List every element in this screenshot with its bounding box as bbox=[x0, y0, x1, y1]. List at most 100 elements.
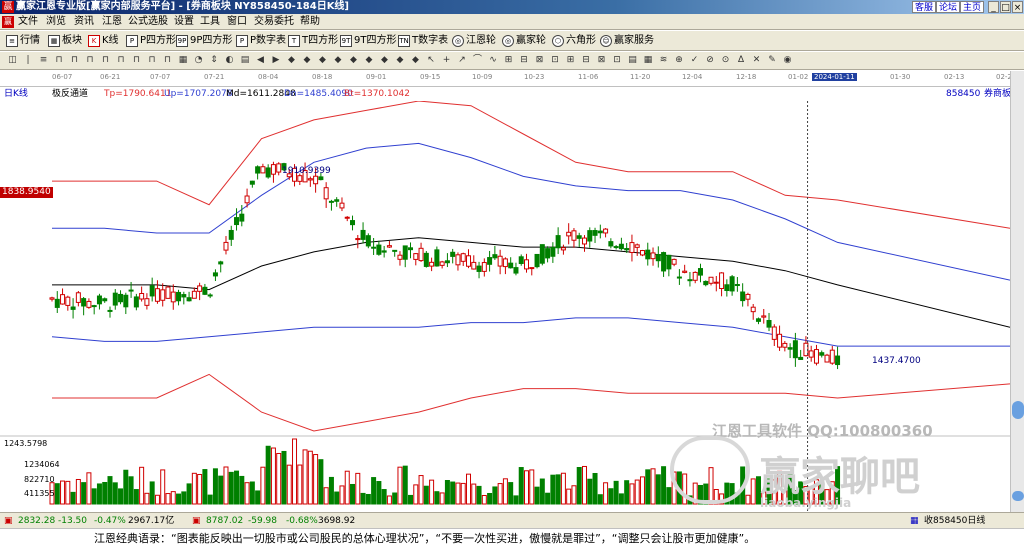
draw-tool-icon[interactable]: ◆ bbox=[347, 54, 360, 67]
toolbar-gann-wheel-button[interactable]: ◎ 江恩轮 bbox=[452, 33, 496, 49]
candle-body bbox=[682, 270, 688, 273]
toolbar-9p-square-button[interactable]: 9P 9P四方形 bbox=[176, 33, 232, 49]
draw-tool-icon[interactable]: ⊠ bbox=[533, 54, 546, 67]
draw-tool-icon[interactable]: ↗ bbox=[456, 54, 469, 67]
toolbar-kline-button[interactable]: K K线 bbox=[88, 33, 119, 49]
draw-tool-icon[interactable]: ≡ bbox=[37, 54, 50, 67]
draw-tool-icon[interactable]: ✎ bbox=[766, 54, 779, 67]
scroll-handle[interactable] bbox=[1012, 491, 1024, 501]
volume-bar bbox=[444, 480, 450, 505]
candle-body bbox=[75, 292, 81, 303]
draw-tool-icon[interactable]: ⇕ bbox=[208, 54, 221, 67]
draw-tool-icon[interactable]: ⌒ bbox=[471, 54, 484, 67]
toolbar-winner-wheel-button[interactable]: ◎ 赢家轮 bbox=[502, 33, 546, 49]
status-bar: ▣ 2832.28 -13.50 -0.47% 2967.17亿 ▣ 8787.… bbox=[0, 512, 1024, 528]
draw-tool-icon[interactable]: ▦ bbox=[177, 54, 190, 67]
link-service[interactable]: 客服 bbox=[912, 1, 937, 13]
volume-bar bbox=[497, 483, 503, 505]
minimize-button[interactable]: _ bbox=[988, 1, 999, 13]
candle-body bbox=[713, 281, 719, 284]
draw-tool-icon[interactable]: ◆ bbox=[285, 54, 298, 67]
close-button[interactable]: × bbox=[1012, 1, 1023, 13]
toolbar-9t-square-button[interactable]: 9T 9T四方形 bbox=[340, 33, 396, 49]
toolbar-label: 赢家轮 bbox=[516, 35, 546, 46]
volume-bar bbox=[181, 491, 187, 505]
toolbar-p-square-button[interactable]: P P四方形 bbox=[126, 33, 176, 49]
draw-tool-icon[interactable]: ∿ bbox=[487, 54, 500, 67]
draw-tool-icon[interactable]: ⊞ bbox=[564, 54, 577, 67]
menu-formula[interactable]: 公式选股 bbox=[126, 14, 170, 30]
menu-browse[interactable]: 浏览 bbox=[44, 14, 68, 30]
draw-tool-icon[interactable]: ⊙ bbox=[719, 54, 732, 67]
maximize-button[interactable]: □ bbox=[1000, 1, 1011, 13]
candle-body bbox=[154, 288, 160, 302]
menu-help[interactable]: 帮助 bbox=[298, 14, 322, 30]
draw-tool-icon[interactable]: ⊘ bbox=[704, 54, 717, 67]
candle-body bbox=[197, 285, 203, 292]
draw-tool-icon[interactable]: ▤ bbox=[239, 54, 252, 67]
draw-tool-icon[interactable]: ↖ bbox=[425, 54, 438, 67]
toolbar-t-square-button[interactable]: T T四方形 bbox=[288, 33, 338, 49]
volume-bar bbox=[197, 473, 203, 505]
toolbar-sector-button[interactable]: ▦ 板块 bbox=[48, 33, 82, 49]
draw-tool-icon[interactable]: ◆ bbox=[409, 54, 422, 67]
draw-tool-icon[interactable]: ◆ bbox=[363, 54, 376, 67]
volume-bar bbox=[666, 487, 672, 505]
draw-tool-icon[interactable]: ▶ bbox=[270, 54, 283, 67]
candle-body bbox=[60, 294, 66, 305]
draw-tool-icon[interactable]: ◆ bbox=[301, 54, 314, 67]
draw-tool-icon[interactable]: ⊓ bbox=[146, 54, 159, 67]
draw-tool-icon[interactable]: ⊟ bbox=[580, 54, 593, 67]
draw-tool-icon[interactable]: ◆ bbox=[378, 54, 391, 67]
menu-window[interactable]: 窗口 bbox=[225, 14, 249, 30]
volume-bar bbox=[65, 480, 71, 505]
menu-file[interactable]: 文件 bbox=[16, 14, 40, 30]
candle-body bbox=[808, 350, 814, 358]
draw-tool-icon[interactable]: ⊓ bbox=[68, 54, 81, 67]
draw-tool-icon[interactable]: ◀ bbox=[254, 54, 267, 67]
draw-tool-icon[interactable]: | bbox=[22, 54, 35, 67]
menu-settings[interactable]: 设置 bbox=[172, 14, 196, 30]
vertical-scrollbar[interactable] bbox=[1010, 71, 1024, 512]
toolbar-t-table-button[interactable]: TN T数字表 bbox=[398, 33, 448, 49]
draw-tool-icon[interactable]: ◔ bbox=[192, 54, 205, 67]
draw-tool-icon[interactable]: ⊠ bbox=[595, 54, 608, 67]
draw-tool-icon[interactable]: ✕ bbox=[750, 54, 763, 67]
draw-tool-icon[interactable]: ◉ bbox=[781, 54, 794, 67]
draw-tool-icon[interactable]: ≋ bbox=[657, 54, 670, 67]
draw-tool-icon[interactable]: ◆ bbox=[332, 54, 345, 67]
toolbar-hexagon-button[interactable]: ⬡ 六角形 bbox=[552, 33, 596, 49]
draw-tool-icon[interactable]: ✓ bbox=[688, 54, 701, 67]
draw-tool-icon[interactable]: ⊓ bbox=[115, 54, 128, 67]
link-home[interactable]: 主页 bbox=[960, 1, 985, 13]
volume-bar bbox=[639, 476, 645, 505]
toolbar-p-table-button[interactable]: P P数字表 bbox=[236, 33, 286, 49]
toolbar-quotes-button[interactable]: ≡ 行情 bbox=[6, 33, 40, 49]
volume-bar bbox=[276, 452, 282, 505]
draw-tool-icon[interactable]: ⊓ bbox=[84, 54, 97, 67]
draw-tool-icon[interactable]: ▦ bbox=[642, 54, 655, 67]
draw-tool-icon[interactable]: ⊓ bbox=[130, 54, 143, 67]
toolbar-service-button[interactable]: ☺ 赢家服务 bbox=[600, 33, 654, 49]
draw-tool-icon[interactable]: ◐ bbox=[223, 54, 236, 67]
draw-tool-icon[interactable]: ⊡ bbox=[611, 54, 624, 67]
link-forum[interactable]: 论坛 bbox=[936, 1, 961, 13]
draw-tool-icon[interactable]: ▤ bbox=[626, 54, 639, 67]
draw-tool-icon[interactable]: ⊓ bbox=[99, 54, 112, 67]
draw-tool-icon[interactable]: ⊓ bbox=[53, 54, 66, 67]
menu-tools[interactable]: 工具 bbox=[198, 14, 222, 30]
draw-tool-icon[interactable]: ⊡ bbox=[549, 54, 562, 67]
draw-tool-icon[interactable]: ⊟ bbox=[518, 54, 531, 67]
draw-tool-icon[interactable]: ◫ bbox=[6, 54, 19, 67]
menu-gann[interactable]: 江恩 bbox=[100, 14, 124, 30]
menu-news[interactable]: 资讯 bbox=[72, 14, 96, 30]
draw-tool-icon[interactable]: ◆ bbox=[316, 54, 329, 67]
draw-tool-icon[interactable]: ∆ bbox=[735, 54, 748, 67]
draw-tool-icon[interactable]: ⊞ bbox=[502, 54, 515, 67]
draw-tool-icon[interactable]: ⊓ bbox=[161, 54, 174, 67]
menu-trade[interactable]: 交易委托 bbox=[252, 14, 296, 30]
draw-tool-icon[interactable]: ◆ bbox=[394, 54, 407, 67]
scroll-handle[interactable] bbox=[1012, 401, 1024, 419]
draw-tool-icon[interactable]: ⊕ bbox=[673, 54, 686, 67]
draw-tool-icon[interactable]: + bbox=[440, 54, 453, 67]
